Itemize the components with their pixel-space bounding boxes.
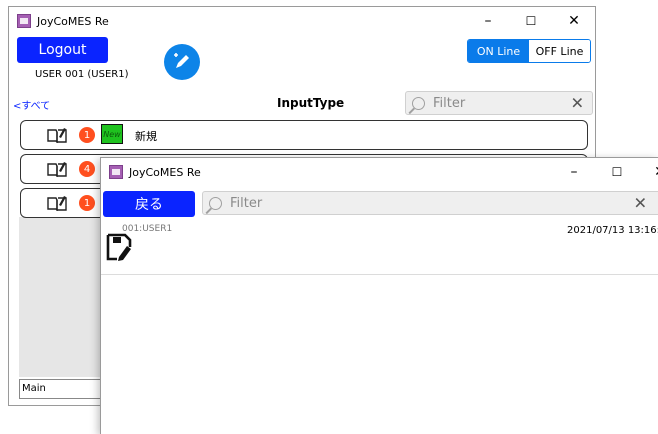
count-badge: 4	[79, 161, 95, 177]
online-button[interactable]: ON Line	[468, 40, 529, 62]
detail-window-title: JoyCoMES Re	[129, 165, 201, 179]
search-icon	[412, 96, 425, 110]
row-label: 新規	[135, 130, 157, 143]
close-button[interactable]: ✕	[555, 7, 593, 35]
main-titlebar: JoyCoMES Re	[9, 7, 595, 35]
item-user: 001:USER1	[122, 224, 173, 234]
left-panel	[19, 217, 103, 377]
save-edit-icon	[106, 233, 132, 261]
list-item[interactable]: 1 New 新規	[20, 120, 588, 150]
book-edit-icon	[47, 128, 67, 143]
online-toggle[interactable]: ON Line OFF Line	[467, 39, 591, 63]
offline-button[interactable]: OFF Line	[529, 40, 590, 62]
clear-search-icon[interactable]: ✕	[571, 94, 584, 113]
detail-minimize-button[interactable]: –	[555, 158, 593, 186]
detail-close-button[interactable]: ✕	[641, 158, 658, 186]
back-all-link[interactable]: <すべて	[13, 97, 50, 112]
search-icon	[209, 196, 222, 210]
search-bar[interactable]: Filter ✕	[405, 91, 593, 115]
add-edit-icon[interactable]	[164, 44, 200, 80]
detail-search-bar[interactable]: Filter ✕	[202, 191, 658, 215]
back-button[interactable]: 戻る	[103, 191, 195, 217]
new-tag-icon: New	[101, 124, 123, 144]
book-edit-icon	[47, 196, 67, 211]
detail-maximize-button[interactable]: ☐	[598, 158, 636, 186]
item-timestamp: 2021/07/13 13:16:5	[567, 225, 658, 236]
maximize-button[interactable]: ☐	[512, 7, 550, 35]
detail-search-input[interactable]: Filter	[230, 196, 262, 211]
app-icon	[17, 14, 31, 28]
bottom-field[interactable]: Main	[19, 379, 103, 399]
app-icon	[109, 165, 123, 179]
user-label: USER 001 (USER1)	[35, 69, 129, 80]
clear-search-icon[interactable]: ✕	[634, 194, 647, 213]
minimize-button[interactable]: –	[469, 7, 507, 35]
detail-list-item[interactable]: 001:USER1 2021/07/13 13:16:5	[101, 222, 658, 275]
count-badge: 1	[79, 195, 95, 211]
main-window-title: JoyCoMES Re	[37, 14, 109, 28]
search-input[interactable]: Filter	[433, 96, 465, 111]
page-title: InputType	[277, 96, 345, 110]
detail-window: JoyCoMES Re – ☐ ✕ 戻る Filter ✕ 001:USER1 …	[100, 157, 658, 434]
book-edit-icon	[47, 162, 67, 177]
logout-button[interactable]: Logout	[17, 37, 108, 63]
count-badge: 1	[79, 127, 95, 143]
